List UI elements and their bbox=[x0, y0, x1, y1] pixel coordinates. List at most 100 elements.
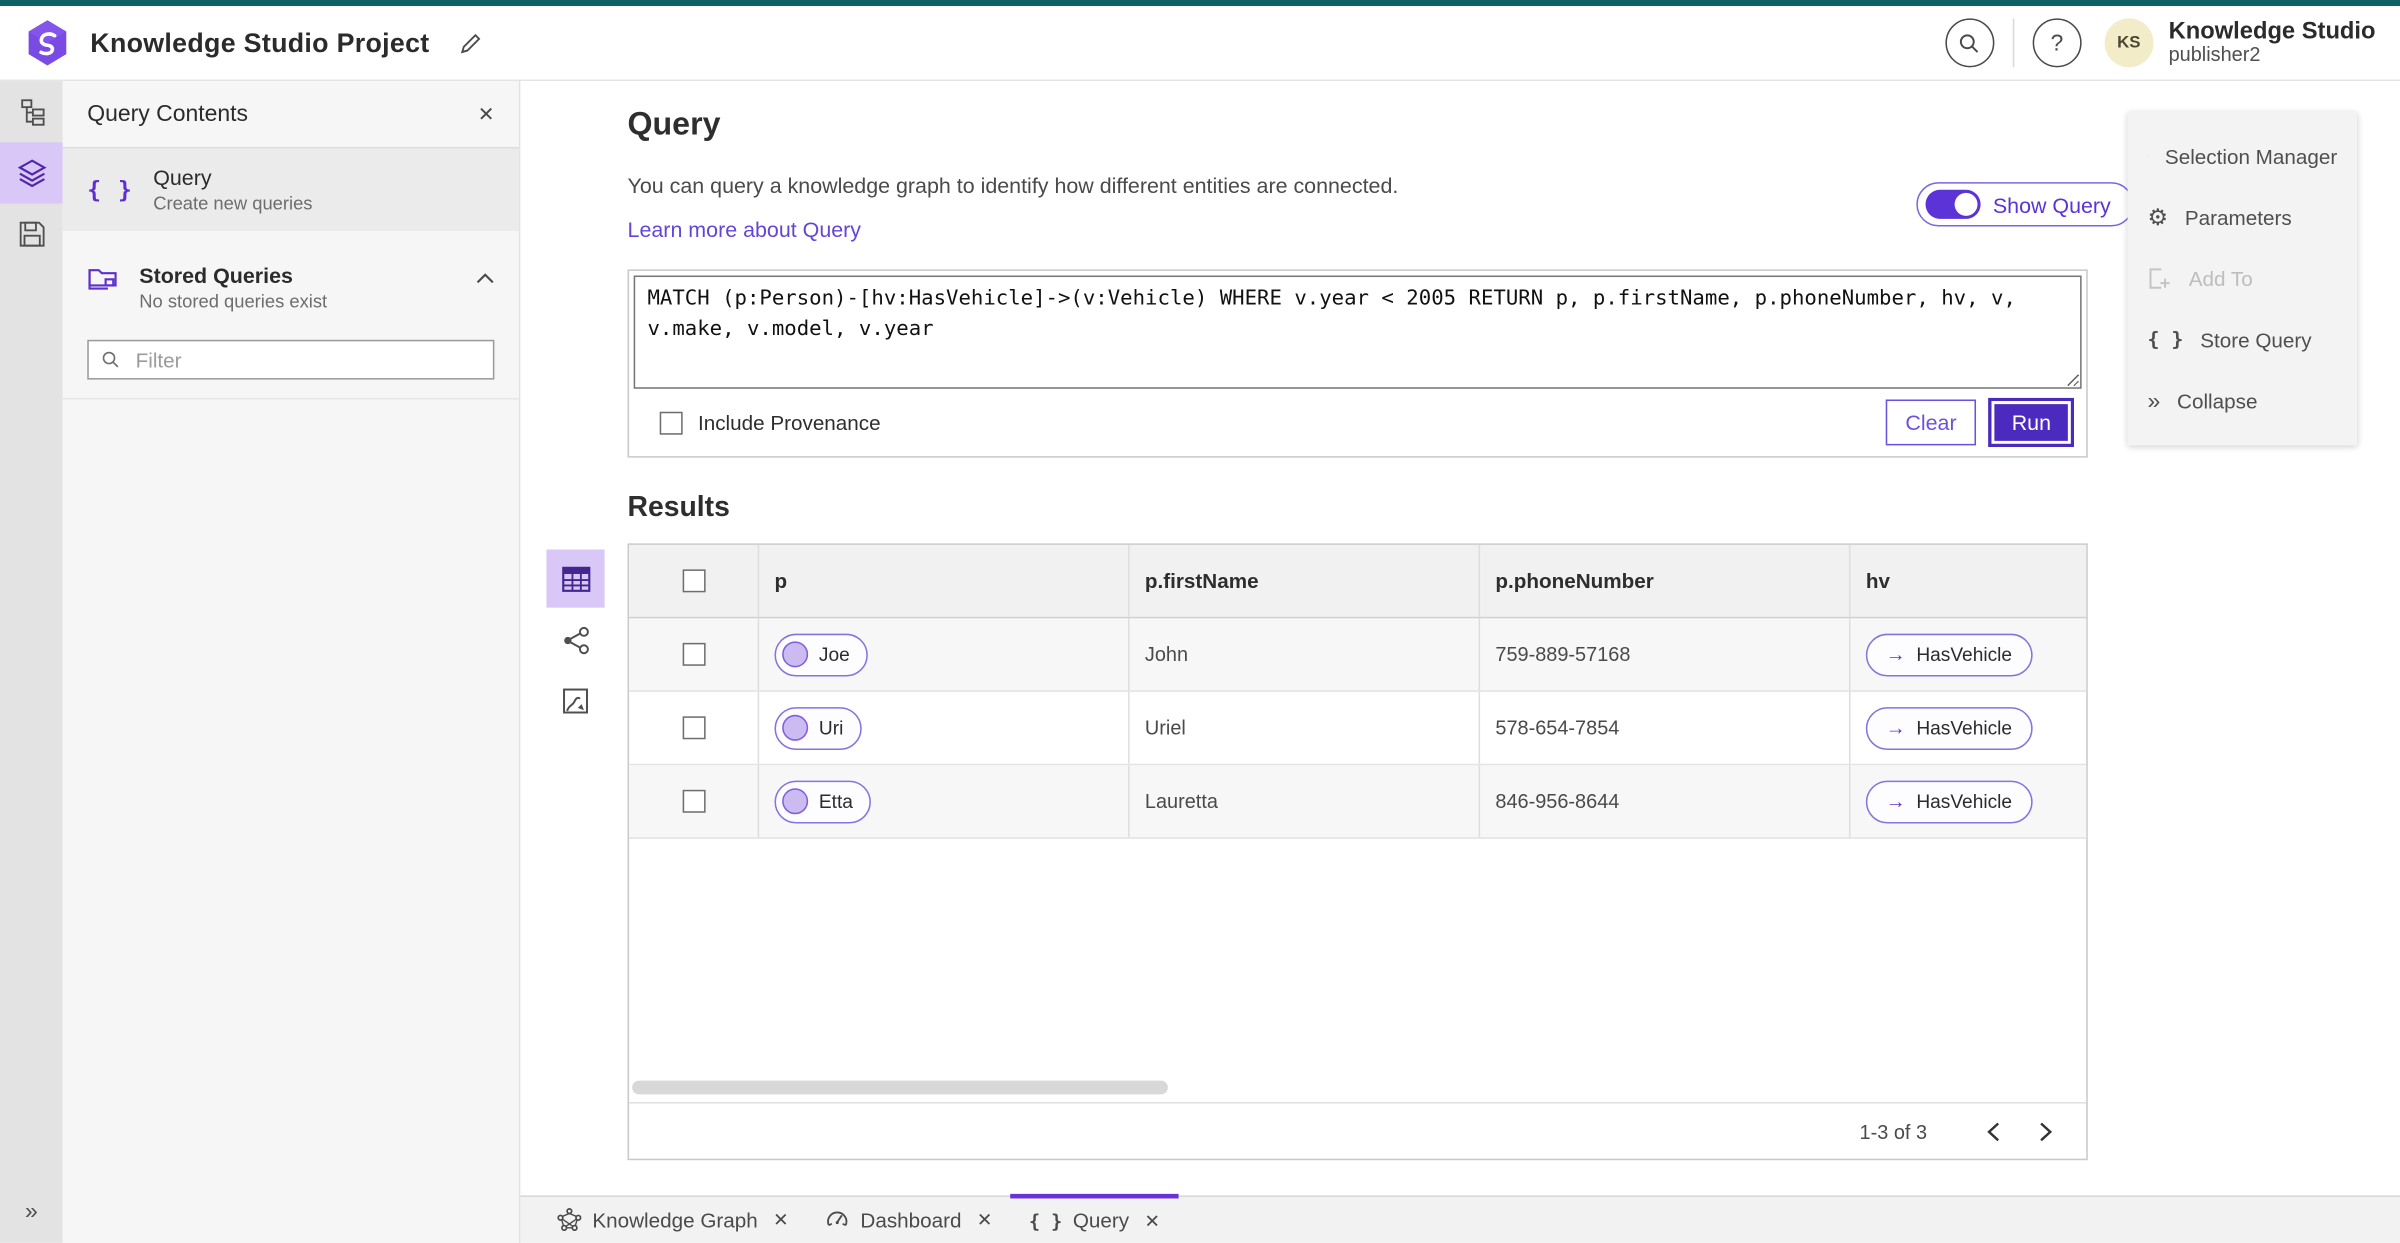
relationship-pill[interactable]: → HasVehicle bbox=[1865, 779, 2032, 823]
table-row[interactable]: Joe John 759-889-57168 → HasVehicle bbox=[629, 618, 2087, 692]
cell-firstname: Uriel bbox=[1144, 716, 1186, 740]
map-view-button[interactable] bbox=[546, 672, 604, 730]
side-rail: » bbox=[0, 81, 63, 1243]
table-header-row: p p.firstName p.phoneNumber hv bbox=[629, 544, 2087, 619]
search-button[interactable] bbox=[1945, 18, 1995, 68]
filter-input[interactable] bbox=[132, 346, 481, 373]
edit-title-icon[interactable] bbox=[457, 30, 483, 56]
store-query-item[interactable]: { } Store Query bbox=[2128, 309, 2358, 370]
stored-queries-section[interactable]: Stored Queries No stored queries exist bbox=[63, 245, 519, 325]
table-view-button[interactable] bbox=[546, 549, 605, 608]
parameters-label: Parameters bbox=[2184, 205, 2292, 229]
table-view-icon bbox=[561, 566, 590, 592]
expand-rail-button[interactable]: » bbox=[0, 1188, 63, 1234]
arrow-right-icon: → bbox=[1885, 716, 1906, 740]
save-icon bbox=[18, 221, 44, 247]
learn-more-link[interactable]: Learn more about Query bbox=[628, 217, 861, 241]
account-role: publisher2 bbox=[2168, 43, 2261, 67]
filter-search-icon bbox=[102, 351, 119, 368]
clear-button[interactable]: Clear bbox=[1885, 399, 1977, 446]
entity-label: Joe bbox=[818, 643, 850, 666]
selection-manager-item[interactable]: Selection Manager bbox=[2128, 126, 2358, 187]
run-button[interactable]: Run bbox=[1988, 397, 2074, 447]
horizontal-scrollbar[interactable] bbox=[632, 1080, 1168, 1095]
help-icon: ? bbox=[2050, 29, 2064, 56]
previous-page-button[interactable] bbox=[1973, 1111, 2013, 1151]
column-header-hv: hv bbox=[1865, 569, 1890, 593]
arrow-right-icon: → bbox=[1885, 789, 1906, 813]
layers-icon bbox=[16, 159, 46, 188]
tab-knowledge-graph[interactable]: Knowledge Graph ✕ bbox=[539, 1197, 807, 1243]
tab-dashboard[interactable]: Dashboard ✕ bbox=[807, 1197, 1011, 1243]
table-row[interactable]: Uri Uriel 578-654-7854 → HasVehicle bbox=[629, 691, 2087, 766]
query-item-title: Query bbox=[153, 165, 212, 190]
toggle-switch-icon bbox=[1925, 189, 1981, 219]
close-tab-icon[interactable]: ✕ bbox=[1144, 1210, 1159, 1231]
knowledge-studio-app: Knowledge Studio Project ? KS Knowledge … bbox=[0, 0, 2400, 1243]
close-tab-icon[interactable]: ✕ bbox=[773, 1209, 788, 1230]
collapse-panel-item[interactable]: » Collapse bbox=[2128, 370, 2358, 431]
graph-view-icon bbox=[563, 626, 589, 654]
selection-manager-label: Selection Manager bbox=[2164, 144, 2338, 168]
rail-item-data-model[interactable] bbox=[0, 81, 63, 142]
pagination-range: 1-3 of 3 bbox=[1859, 1119, 1928, 1143]
stored-queries-subtitle: No stored queries exist bbox=[139, 290, 328, 313]
relationship-pill[interactable]: → HasVehicle bbox=[1865, 706, 2032, 750]
dashboard-gauge-icon bbox=[827, 1211, 848, 1227]
results-table: p p.firstName p.phoneNumber hv Joe John … bbox=[627, 543, 2088, 1161]
column-header-p: p bbox=[774, 569, 788, 593]
account-info: Knowledge Studio publisher2 bbox=[2169, 18, 2376, 68]
show-query-toggle[interactable]: Show Query bbox=[1916, 182, 2134, 227]
account-name: Knowledge Studio bbox=[2168, 17, 2376, 44]
rail-item-save[interactable] bbox=[0, 204, 63, 265]
select-all-checkbox[interactable] bbox=[681, 569, 705, 593]
query-tools-panel: Selection Manager ⚙ Parameters Add To { … bbox=[2127, 111, 2358, 446]
tab-label: Dashboard bbox=[860, 1208, 962, 1232]
row-checkbox[interactable] bbox=[681, 642, 705, 666]
rail-item-contents[interactable] bbox=[0, 142, 63, 204]
table-row[interactable]: Etta Lauretta 846-956-8644 → HasVehicle bbox=[629, 765, 2087, 839]
tab-label: Query bbox=[1072, 1209, 1130, 1233]
query-editor-box: MATCH (p:Person)-[hv:HasVehicle]->(v:Veh… bbox=[627, 269, 2088, 458]
entity-node-icon bbox=[782, 714, 809, 741]
collapse-double-chevron-icon: » bbox=[2147, 388, 2161, 415]
entity-pill[interactable]: Etta bbox=[774, 779, 872, 823]
selection-manager-icon bbox=[2147, 155, 2148, 157]
help-button[interactable]: ? bbox=[2032, 18, 2082, 68]
parameters-item[interactable]: ⚙ Parameters bbox=[2128, 187, 2358, 248]
knowledge-graph-icon bbox=[557, 1208, 582, 1231]
results-view-switcher bbox=[546, 549, 605, 730]
entity-label: Etta bbox=[818, 790, 853, 812]
relationship-pill[interactable]: → HasVehicle bbox=[1865, 632, 2032, 676]
close-tab-icon[interactable]: ✕ bbox=[977, 1209, 992, 1230]
collapse-label: Collapse bbox=[2177, 389, 2258, 413]
query-input[interactable]: MATCH (p:Person)-[hv:HasVehicle]->(v:Veh… bbox=[633, 275, 2082, 389]
include-provenance-checkbox[interactable] bbox=[659, 410, 683, 434]
include-provenance-label: Include Provenance bbox=[697, 410, 881, 434]
add-to-icon bbox=[2149, 268, 2170, 289]
tab-query[interactable]: { } Query ✕ bbox=[1010, 1193, 1179, 1243]
graph-view-button[interactable] bbox=[546, 611, 604, 669]
relationship-label: HasVehicle bbox=[1916, 790, 2013, 812]
column-header-firstname: p.firstName bbox=[1144, 569, 1259, 593]
next-page-button[interactable] bbox=[2025, 1111, 2065, 1151]
project-title: Knowledge Studio Project bbox=[90, 26, 430, 58]
results-title: Results bbox=[627, 489, 730, 522]
query-list-item[interactable]: { } Query Create new queries bbox=[62, 148, 519, 233]
topbar-divider bbox=[2012, 18, 2014, 68]
query-item-subtitle: Create new queries bbox=[153, 192, 313, 215]
row-checkbox[interactable] bbox=[681, 716, 705, 740]
entity-pill[interactable]: Joe bbox=[774, 632, 869, 676]
user-avatar[interactable]: KS bbox=[2104, 18, 2154, 68]
panel-title: Query Contents bbox=[87, 101, 249, 128]
row-checkbox[interactable] bbox=[681, 789, 705, 813]
entity-node-icon bbox=[782, 788, 809, 815]
entity-label: Uri bbox=[818, 717, 844, 739]
tab-label: Knowledge Graph bbox=[592, 1208, 758, 1232]
topbar-actions: ? KS Knowledge Studio publisher2 bbox=[1945, 18, 2376, 68]
entity-pill[interactable]: Uri bbox=[774, 706, 862, 750]
column-header-phonenumber: p.phoneNumber bbox=[1495, 569, 1654, 593]
chevron-right-icon bbox=[2039, 1121, 2052, 1141]
add-to-item: Add To bbox=[2128, 248, 2358, 309]
close-panel-button[interactable]: ✕ bbox=[478, 102, 495, 126]
